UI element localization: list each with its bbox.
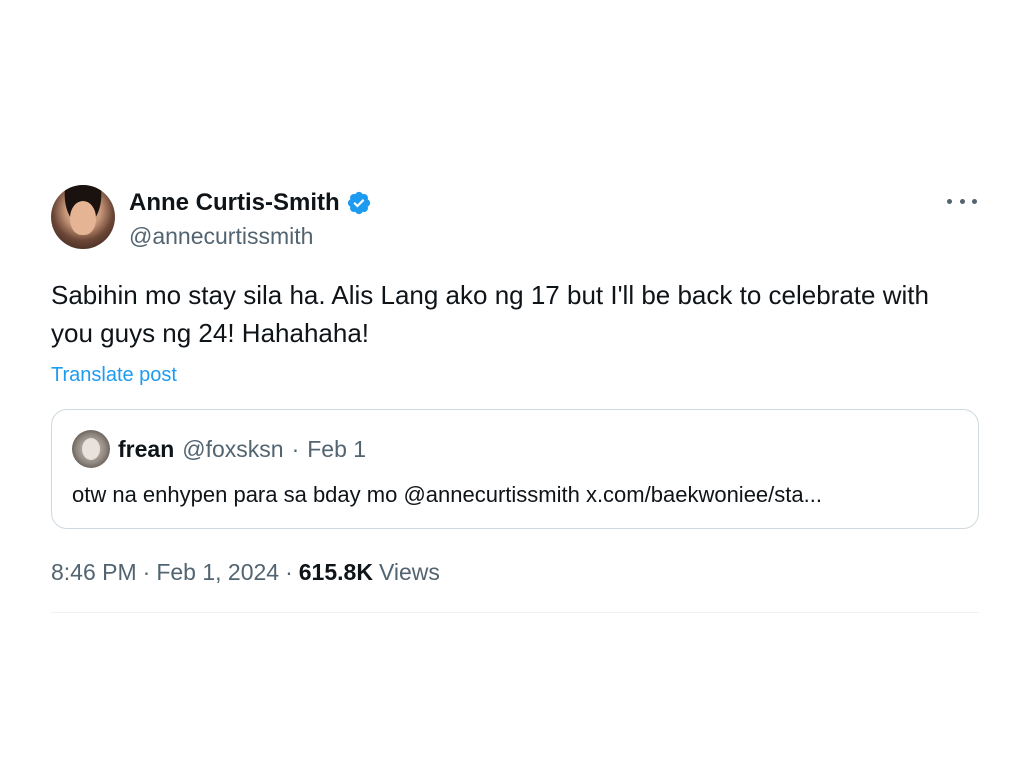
quoted-separator: · xyxy=(291,435,300,462)
quoted-post-text: otw na enhypen para sa bday mo @annecurt… xyxy=(72,482,822,507)
author-avatar[interactable] xyxy=(51,185,115,249)
quoted-author-handle: @foxsksn xyxy=(182,435,284,462)
quoted-post-header: frean @foxsksn · Feb 1 xyxy=(72,430,958,468)
more-options-icon[interactable] xyxy=(947,193,977,209)
translate-post-link[interactable]: Translate post xyxy=(51,364,177,387)
author-display-name[interactable]: Anne Curtis-Smith xyxy=(129,189,340,217)
author-name-row: Anne Curtis-Smith xyxy=(129,189,372,217)
verified-badge-icon xyxy=(347,191,370,215)
tweet-header: Anne Curtis-Smith @annecurtissmith xyxy=(51,183,979,253)
quoted-author-name: frean xyxy=(118,435,175,462)
quoted-post-date: Feb 1 xyxy=(307,435,367,462)
divider xyxy=(51,612,979,613)
quoted-post[interactable]: frean @foxsksn · Feb 1 otw na enhypen pa… xyxy=(51,409,979,529)
post-date[interactable]: Feb 1, 2024 xyxy=(156,559,279,586)
post-meta: 8:46 PM · Feb 1, 2024 · 615.8K Views xyxy=(51,559,979,586)
post-time[interactable]: 8:46 PM xyxy=(51,559,137,586)
tweet-card: Anne Curtis-Smith @annecurtissmith Sabih… xyxy=(51,183,979,613)
views-count: 615.8K xyxy=(298,559,373,585)
post-text: Sabihin mo stay sila ha. Alis Lang ako n… xyxy=(51,280,929,348)
meta-separator: · xyxy=(142,559,151,585)
views-label: Views xyxy=(378,559,440,585)
meta-separator-2: · xyxy=(285,559,293,585)
quoted-author-avatar xyxy=(72,430,110,468)
author-handle[interactable]: @annecurtissmith xyxy=(129,223,313,250)
